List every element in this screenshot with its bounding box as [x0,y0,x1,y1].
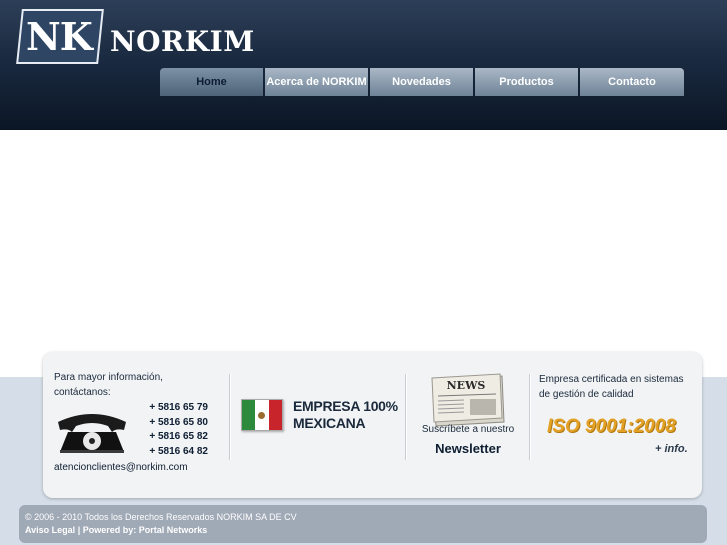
copyright-text: © 2006 - 2010 Todos los Derechos Reserva… [25,512,297,522]
mexican-flag-icon [241,399,283,431]
main-nav: Home Acerca de NORKIM Novedades Producto… [160,68,684,96]
nav-home[interactable]: Home [160,68,263,96]
phone-list: + 5816 65 79 + 5816 65 80 + 5816 65 82 +… [143,401,208,459]
more-info-link[interactable]: + info. [655,443,688,455]
aviso-legal-link[interactable]: Aviso Legal [25,525,75,535]
nav-contacto[interactable]: Contacto [580,68,684,96]
empresa-line-1: EMPRESA 100% [293,398,398,414]
nav-productos[interactable]: Productos [475,68,578,96]
divider [405,374,407,460]
phone-number: + 5816 65 80 [149,416,208,428]
news-label: NEWS [447,379,486,392]
header: NK NORKIM Home Acerca de NORKIM Novedade… [0,0,727,130]
phone-number: + 5816 65 79 [149,402,208,413]
iso-badge: ISO 9001:2008 [547,416,676,437]
telephone-icon [58,414,126,453]
divider [229,374,231,460]
footer-links: Aviso Legal | Powered by: Portal Network… [25,525,207,535]
phone-number: + 5816 65 82 [149,431,208,442]
logo-monogram[interactable]: NK [26,12,93,62]
info-panel: Para mayor información, contáctanos: + 5… [43,352,702,498]
footer-divider: | [77,525,81,535]
newspaper-icon[interactable]: NEWS [430,372,506,427]
nav-acerca[interactable]: Acerca de NORKIM [265,68,368,96]
certification-text: Empresa certificada en sistemas de gesti… [539,374,684,400]
divider [529,374,531,460]
suscribete-text: Suscríbete a nuestro [421,424,515,435]
empresa-mexicana-badge: EMPRESA 100% MEXICANA [293,398,398,432]
phone-number: + 5816 64 82 [149,445,208,457]
empresa-line-2: MEXICANA [293,415,366,431]
contact-text: Para mayor información, contáctanos: [54,372,163,398]
newsletter-link[interactable]: Newsletter [408,441,528,456]
main-content [0,130,727,377]
powered-by-link[interactable]: Powered by: Portal Networks [83,525,208,535]
footer: © 2006 - 2010 Todos los Derechos Reserva… [19,505,707,543]
nav-novedades[interactable]: Novedades [370,68,473,96]
email-link[interactable]: atencionclientes@norkim.com [54,462,188,473]
logo-name[interactable]: NORKIM [110,24,255,60]
